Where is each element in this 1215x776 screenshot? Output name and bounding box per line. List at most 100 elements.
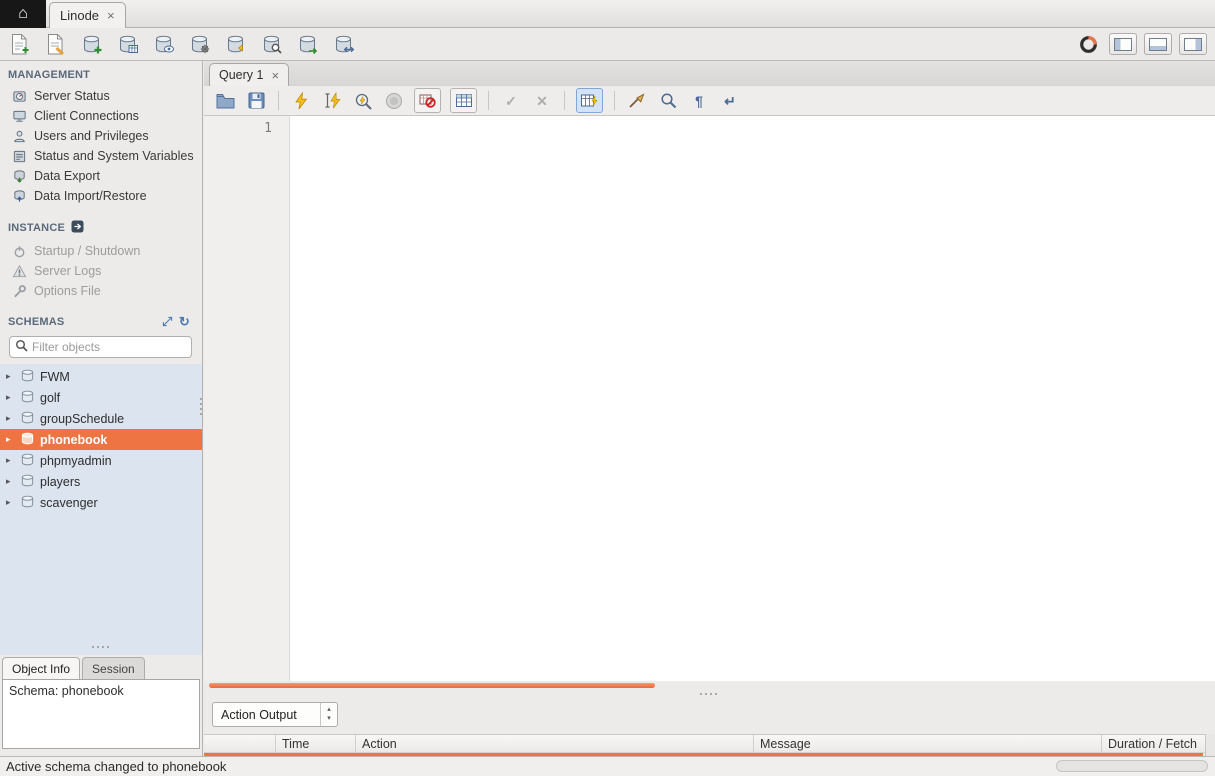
column-duration-fetch[interactable]: Duration / Fetch xyxy=(1102,735,1205,752)
tab-query-1[interactable]: Query 1 × xyxy=(209,63,289,86)
toggle-left-sidebar-icon[interactable] xyxy=(1109,33,1137,55)
editor-output-splitter-handle[interactable] xyxy=(700,693,717,695)
expand-arrow-icon[interactable]: ▸ xyxy=(6,456,15,465)
statusbar-scrollbar[interactable] xyxy=(1056,760,1208,772)
schema-item-fwm[interactable]: ▸ FWM xyxy=(0,366,202,387)
spin-up-icon[interactable]: ▴ xyxy=(327,706,331,714)
schema-icon xyxy=(20,473,35,491)
sidebar-item-client-connections[interactable]: Client Connections xyxy=(0,106,202,126)
sidebar-splitter-handle[interactable] xyxy=(200,398,202,415)
create-schema-icon[interactable] xyxy=(78,31,105,58)
schemas-title-label: SCHEMAS xyxy=(8,316,64,328)
sidebar-item-status-system-variables[interactable]: Status and System Variables xyxy=(0,146,202,166)
create-view-icon[interactable] xyxy=(150,31,177,58)
toggle-bottom-panel-icon[interactable] xyxy=(1144,33,1172,55)
stop-icon[interactable] xyxy=(383,90,405,112)
execute-icon[interactable] xyxy=(290,90,312,112)
search-data-icon[interactable] xyxy=(258,31,285,58)
administration-icon[interactable] xyxy=(294,31,321,58)
sidebar-item-label: Data Export xyxy=(34,169,100,183)
expand-arrow-icon[interactable]: ▸ xyxy=(6,498,15,507)
schema-item-golf[interactable]: ▸ golf xyxy=(0,387,202,408)
management-title-label: MANAGEMENT xyxy=(8,69,90,81)
tab-label: Session xyxy=(92,662,135,676)
output-table-header: Time Action Message Duration / Fetch xyxy=(204,734,1205,753)
new-query-tab-icon[interactable] xyxy=(6,31,33,58)
sidebar-item-users-privileges[interactable]: Users and Privileges xyxy=(0,126,202,146)
tab-object-info[interactable]: Object Info xyxy=(2,657,80,679)
open-script-icon[interactable] xyxy=(214,90,236,112)
expand-arrow-icon[interactable]: ▸ xyxy=(6,372,15,381)
output-vertical-scrollbar[interactable] xyxy=(1205,734,1215,756)
sidebar-item-startup-shutdown[interactable]: Startup / Shutdown xyxy=(0,241,202,261)
word-wrap-icon[interactable]: ↵ xyxy=(719,90,741,112)
expand-arrow-icon[interactable]: ▸ xyxy=(6,393,15,402)
column-message[interactable]: Message xyxy=(754,735,1102,752)
sidebar-item-label: Options File xyxy=(34,284,101,298)
expand-arrow-icon[interactable]: ▸ xyxy=(6,414,15,423)
schema-filter-box xyxy=(9,336,192,358)
column-action[interactable]: Action xyxy=(356,735,754,752)
create-procedure-icon[interactable] xyxy=(186,31,213,58)
schema-filter-input[interactable] xyxy=(32,340,186,354)
sidebar-item-label: Server Logs xyxy=(34,264,101,278)
separator xyxy=(614,91,615,110)
column-time[interactable]: Time xyxy=(276,735,356,752)
open-sql-script-icon[interactable] xyxy=(42,31,69,58)
connection-tab-linode[interactable]: Linode × xyxy=(49,2,126,28)
sql-code-area[interactable] xyxy=(290,116,1215,681)
create-function-icon[interactable] xyxy=(222,31,249,58)
execute-current-statement-icon[interactable] xyxy=(321,90,343,112)
schema-item-scavenger[interactable]: ▸ scavenger xyxy=(0,492,202,513)
editor-horizontal-scrollbar[interactable] xyxy=(204,681,1215,690)
close-icon[interactable]: × xyxy=(107,9,115,22)
commit-icon[interactable]: ✓ xyxy=(500,90,522,112)
sidebar-item-server-status[interactable]: Server Status xyxy=(0,86,202,106)
spin-down-icon[interactable]: ▾ xyxy=(327,715,331,723)
close-icon[interactable]: × xyxy=(271,69,279,82)
result-grid-icon[interactable] xyxy=(450,88,477,113)
output-selector-value: Action Output xyxy=(213,708,320,722)
schema-item-phpmyadmin[interactable]: ▸ phpmyadmin xyxy=(0,450,202,471)
find-icon[interactable] xyxy=(657,90,679,112)
column-index[interactable] xyxy=(204,735,276,752)
sql-editor: 1 xyxy=(204,116,1215,681)
invisible-characters-icon[interactable]: ¶ xyxy=(688,90,710,112)
reconnect-icon[interactable] xyxy=(330,31,357,58)
beautify-icon[interactable] xyxy=(626,90,648,112)
refresh-schemas-icon[interactable]: ↻ xyxy=(179,315,190,328)
sidebar-item-data-import-restore[interactable]: Data Import/Restore xyxy=(0,186,202,206)
expand-arrow-icon[interactable]: ▸ xyxy=(6,477,15,486)
save-script-icon[interactable] xyxy=(245,90,267,112)
schema-item-groupschedule[interactable]: ▸ groupSchedule xyxy=(0,408,202,429)
sidebar-item-label: Data Import/Restore xyxy=(34,189,147,203)
toggle-autocommit-icon[interactable] xyxy=(576,88,603,113)
tab-session[interactable]: Session xyxy=(82,657,145,679)
info-tab-bar: Object Info Session xyxy=(0,655,202,679)
schema-item-players[interactable]: ▸ players xyxy=(0,471,202,492)
expand-arrow-icon[interactable]: ▸ xyxy=(6,435,15,444)
sidebar-info-splitter-handle[interactable] xyxy=(92,646,109,648)
toggle-right-sidebar-icon[interactable] xyxy=(1179,33,1207,55)
create-table-icon[interactable] xyxy=(114,31,141,58)
output-selector[interactable]: Action Output ▴ ▾ xyxy=(212,702,338,727)
client-connections-icon xyxy=(11,109,27,124)
schema-icon xyxy=(20,368,35,386)
explain-icon[interactable] xyxy=(352,90,374,112)
schema-icon xyxy=(20,452,35,470)
toggle-stop-on-error-icon[interactable] xyxy=(414,88,441,113)
schema-item-phonebook[interactable]: ▸ phonebook xyxy=(0,429,202,450)
schema-icon xyxy=(20,431,35,449)
combo-spinner-icon[interactable]: ▴ ▾ xyxy=(320,703,337,726)
sidebar-item-server-logs[interactable]: Server Logs xyxy=(0,261,202,281)
rollback-icon[interactable]: ✕ xyxy=(531,90,553,112)
sidebar-item-data-export[interactable]: Data Export xyxy=(0,166,202,186)
remote-management-badge-icon xyxy=(71,220,84,236)
scrollbar-thumb[interactable] xyxy=(209,683,655,688)
management-section-title: MANAGEMENT xyxy=(0,61,202,86)
column-label: Duration / Fetch xyxy=(1108,737,1197,751)
expand-schemas-icon[interactable] xyxy=(162,316,173,327)
home-tab[interactable]: ⌂ xyxy=(0,0,46,28)
sidebar-item-options-file[interactable]: Options File xyxy=(0,281,202,301)
status-circle-icon[interactable] xyxy=(1075,31,1102,58)
